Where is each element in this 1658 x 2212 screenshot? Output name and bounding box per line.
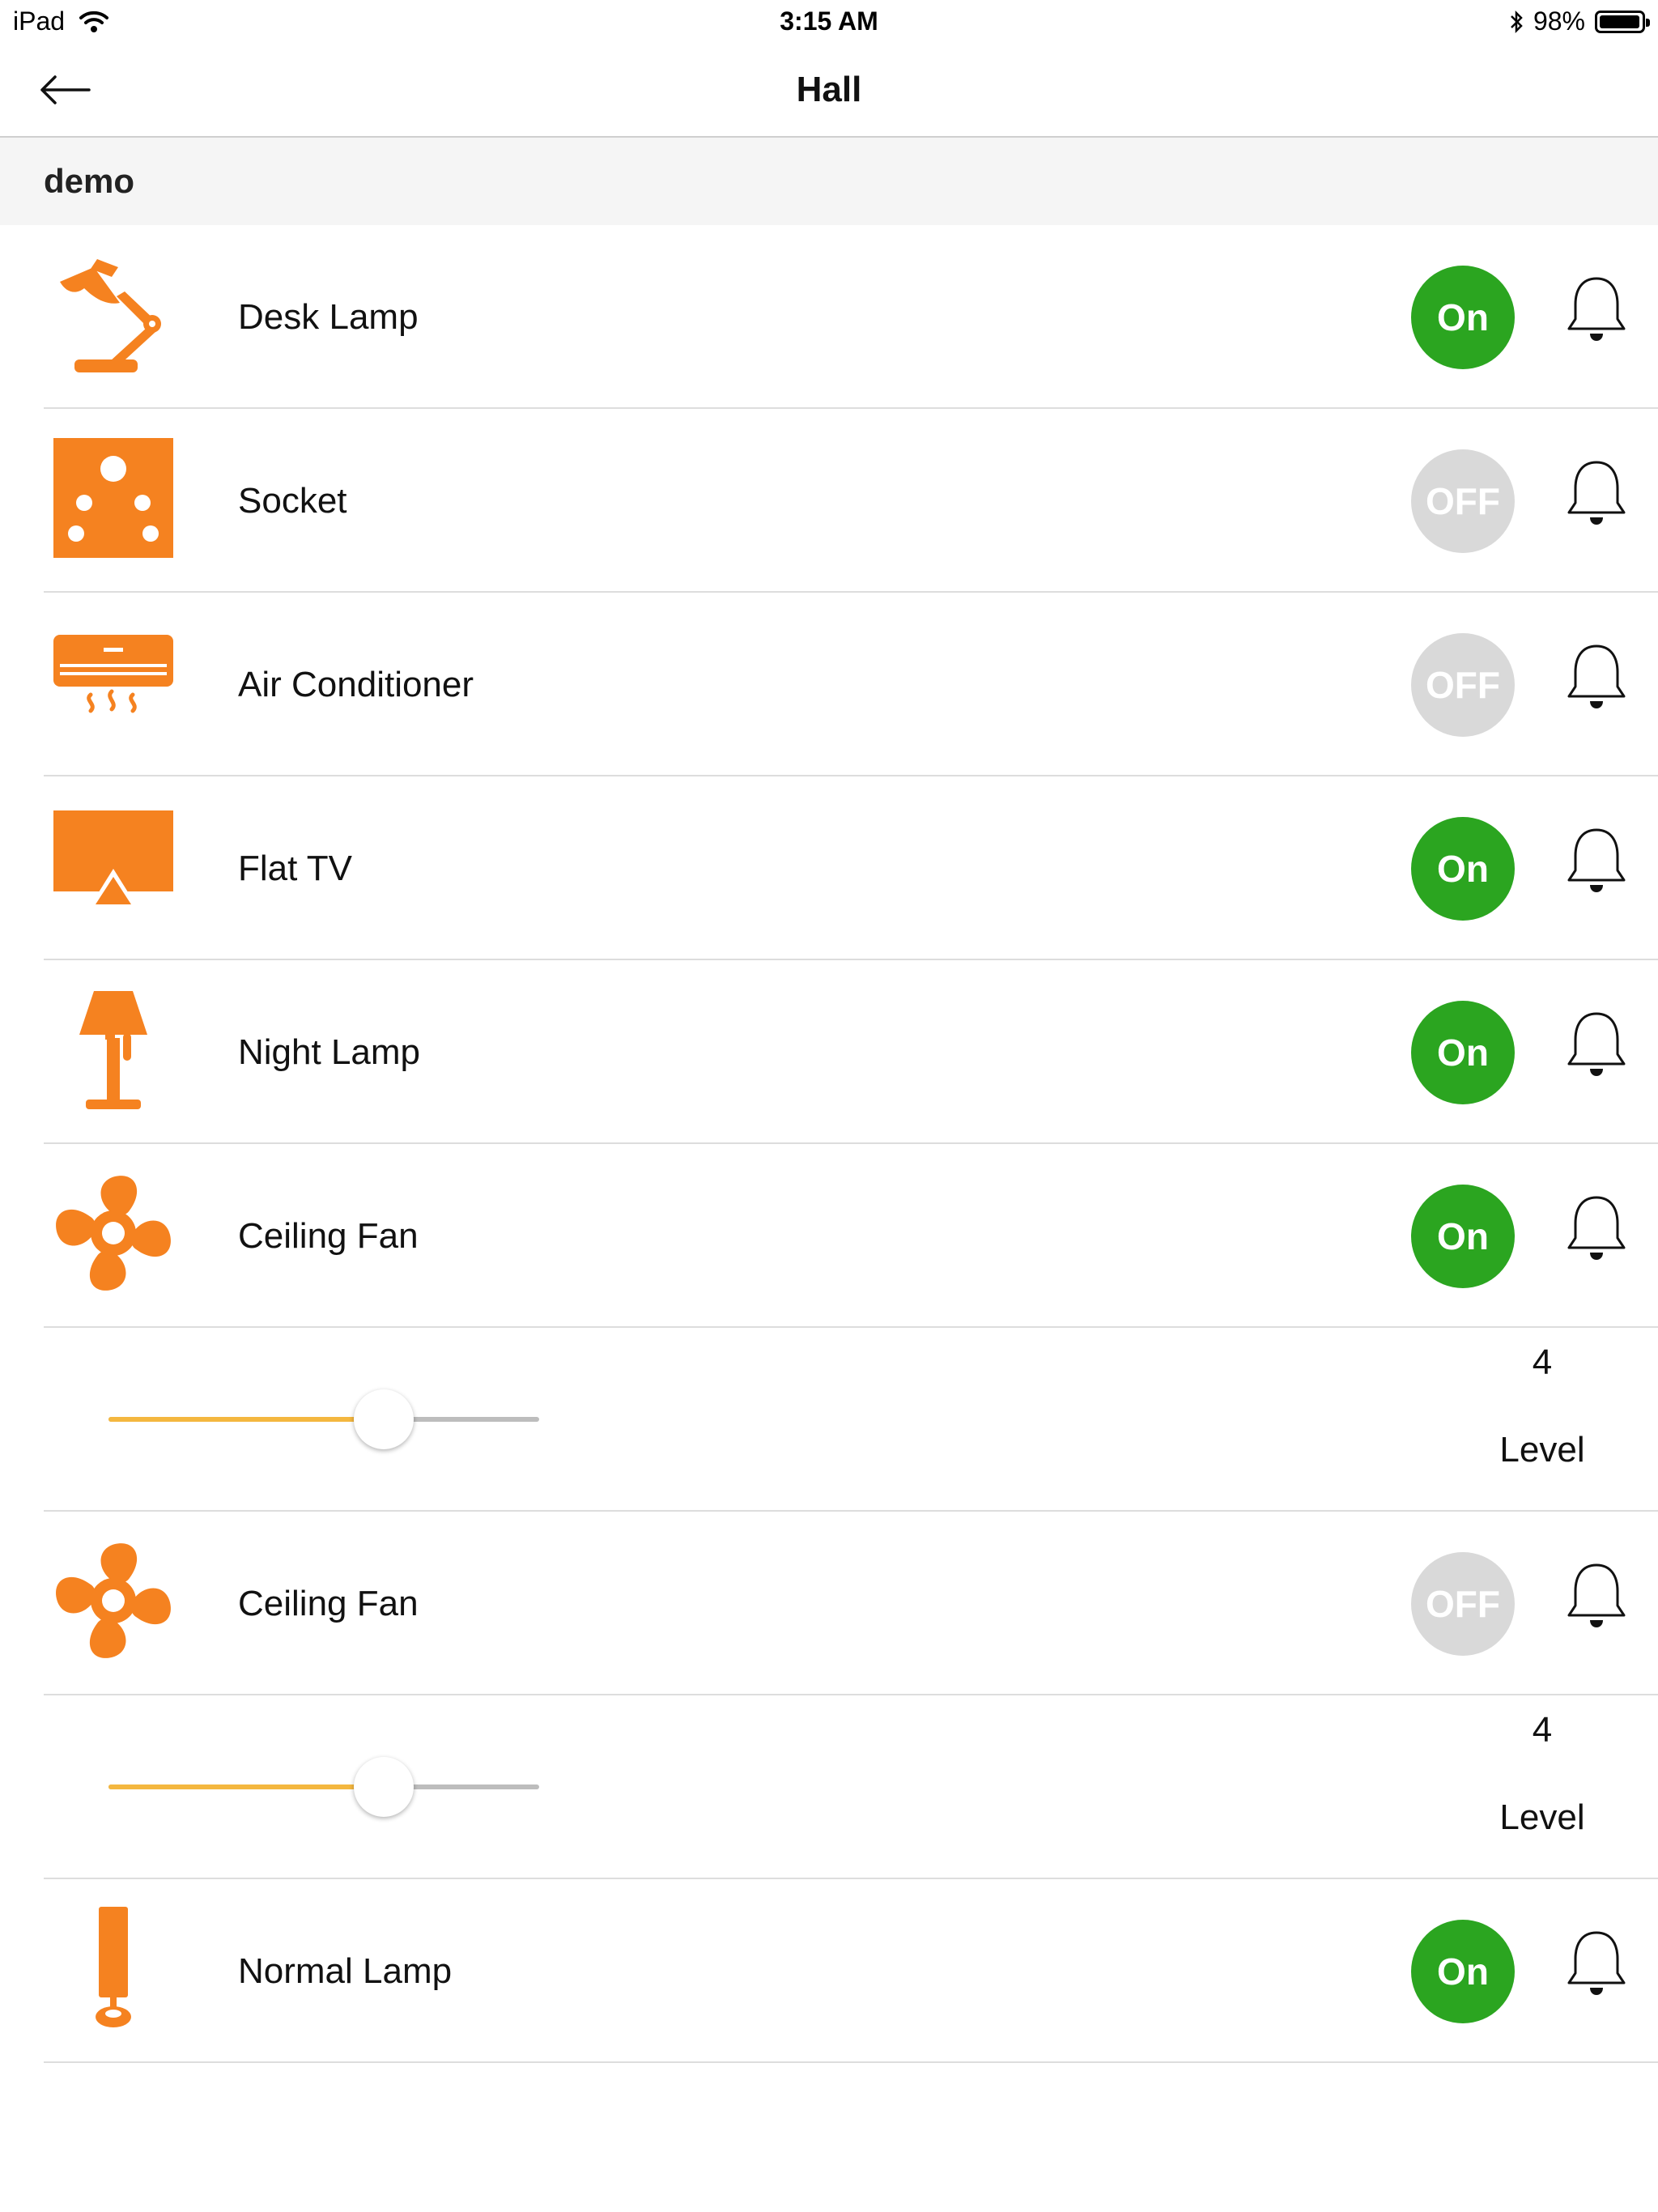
device-row: Ceiling Fan OFF <box>0 1512 1658 1695</box>
bluetooth-icon <box>1511 10 1523 33</box>
normal-lamp-icon <box>49 1904 178 2033</box>
level-slider-track[interactable] <box>108 1417 539 1422</box>
battery-percent: 98% <box>1533 6 1585 36</box>
level-slider-fill <box>108 1784 385 1789</box>
device-label: Night Lamp <box>238 1032 421 1072</box>
power-toggle-button[interactable]: On <box>1411 1185 1515 1288</box>
socket-icon <box>49 433 178 563</box>
level-slider-thumb[interactable] <box>354 1389 414 1449</box>
status-bar: iPad 3:15 AM 98% <box>0 0 1658 45</box>
bell-icon[interactable] <box>1562 1560 1630 1633</box>
power-toggle-button[interactable]: OFF <box>1411 633 1515 737</box>
bell-icon[interactable] <box>1562 825 1630 898</box>
level-label: Level <box>1499 1797 1585 1837</box>
status-time: 3:15 AM <box>780 6 878 36</box>
ceiling-fan-icon <box>49 1536 178 1665</box>
device-label: Socket <box>238 480 347 521</box>
device-row: Ceiling Fan On <box>0 1144 1658 1328</box>
device-row: Flat TV On <box>0 776 1658 960</box>
navigation-bar: Hall <box>0 45 1658 138</box>
device-label: Ceiling Fan <box>238 1215 419 1256</box>
power-toggle-button[interactable]: OFF <box>1411 449 1515 553</box>
level-value: 4 <box>1532 1710 1553 1750</box>
bell-icon[interactable] <box>1562 1009 1630 1082</box>
level-slider-track[interactable] <box>108 1784 539 1789</box>
desk-lamp-icon <box>49 249 178 379</box>
device-row: Socket OFF <box>0 409 1658 593</box>
power-toggle-button[interactable]: OFF <box>1411 1552 1515 1656</box>
power-toggle-button[interactable]: On <box>1411 1920 1515 2023</box>
device-row: Normal Lamp On <box>0 1879 1658 2063</box>
level-slider-thumb[interactable] <box>354 1757 414 1817</box>
level-value: 4 <box>1532 1342 1553 1382</box>
power-toggle-button[interactable]: On <box>1411 817 1515 921</box>
device-label: Flat TV <box>238 848 353 888</box>
level-slider-fill <box>108 1417 385 1422</box>
section-header: demo <box>0 138 1658 225</box>
device-row: Desk Lamp On <box>0 225 1658 409</box>
power-toggle-button[interactable]: On <box>1411 266 1515 369</box>
level-slider-row: 4 Level <box>0 1695 1658 1879</box>
level-label: Level <box>1499 1430 1585 1470</box>
device-label: Normal Lamp <box>238 1950 453 1991</box>
battery-icon <box>1595 10 1650 33</box>
section-title: demo <box>44 162 135 200</box>
page-title: Hall <box>796 70 862 109</box>
device-label: Desk Lamp <box>238 296 419 337</box>
power-toggle-button[interactable]: On <box>1411 1001 1515 1104</box>
device-label: Ceiling Fan <box>238 1583 419 1623</box>
ceiling-fan-icon <box>49 1168 178 1298</box>
bell-icon[interactable] <box>1562 274 1630 347</box>
flat-tv-icon <box>49 801 178 930</box>
device-row: Night Lamp On <box>0 960 1658 1144</box>
night-lamp-icon <box>49 985 178 1114</box>
bell-icon[interactable] <box>1562 641 1630 714</box>
bell-icon[interactable] <box>1562 1928 1630 2001</box>
device-row: Air Conditioner OFF <box>0 593 1658 776</box>
device-label: Air Conditioner <box>238 664 474 704</box>
air-conditioner-icon <box>49 617 178 747</box>
bell-icon[interactable] <box>1562 1193 1630 1266</box>
level-slider-row: 4 Level <box>0 1328 1658 1512</box>
bell-icon[interactable] <box>1562 457 1630 530</box>
